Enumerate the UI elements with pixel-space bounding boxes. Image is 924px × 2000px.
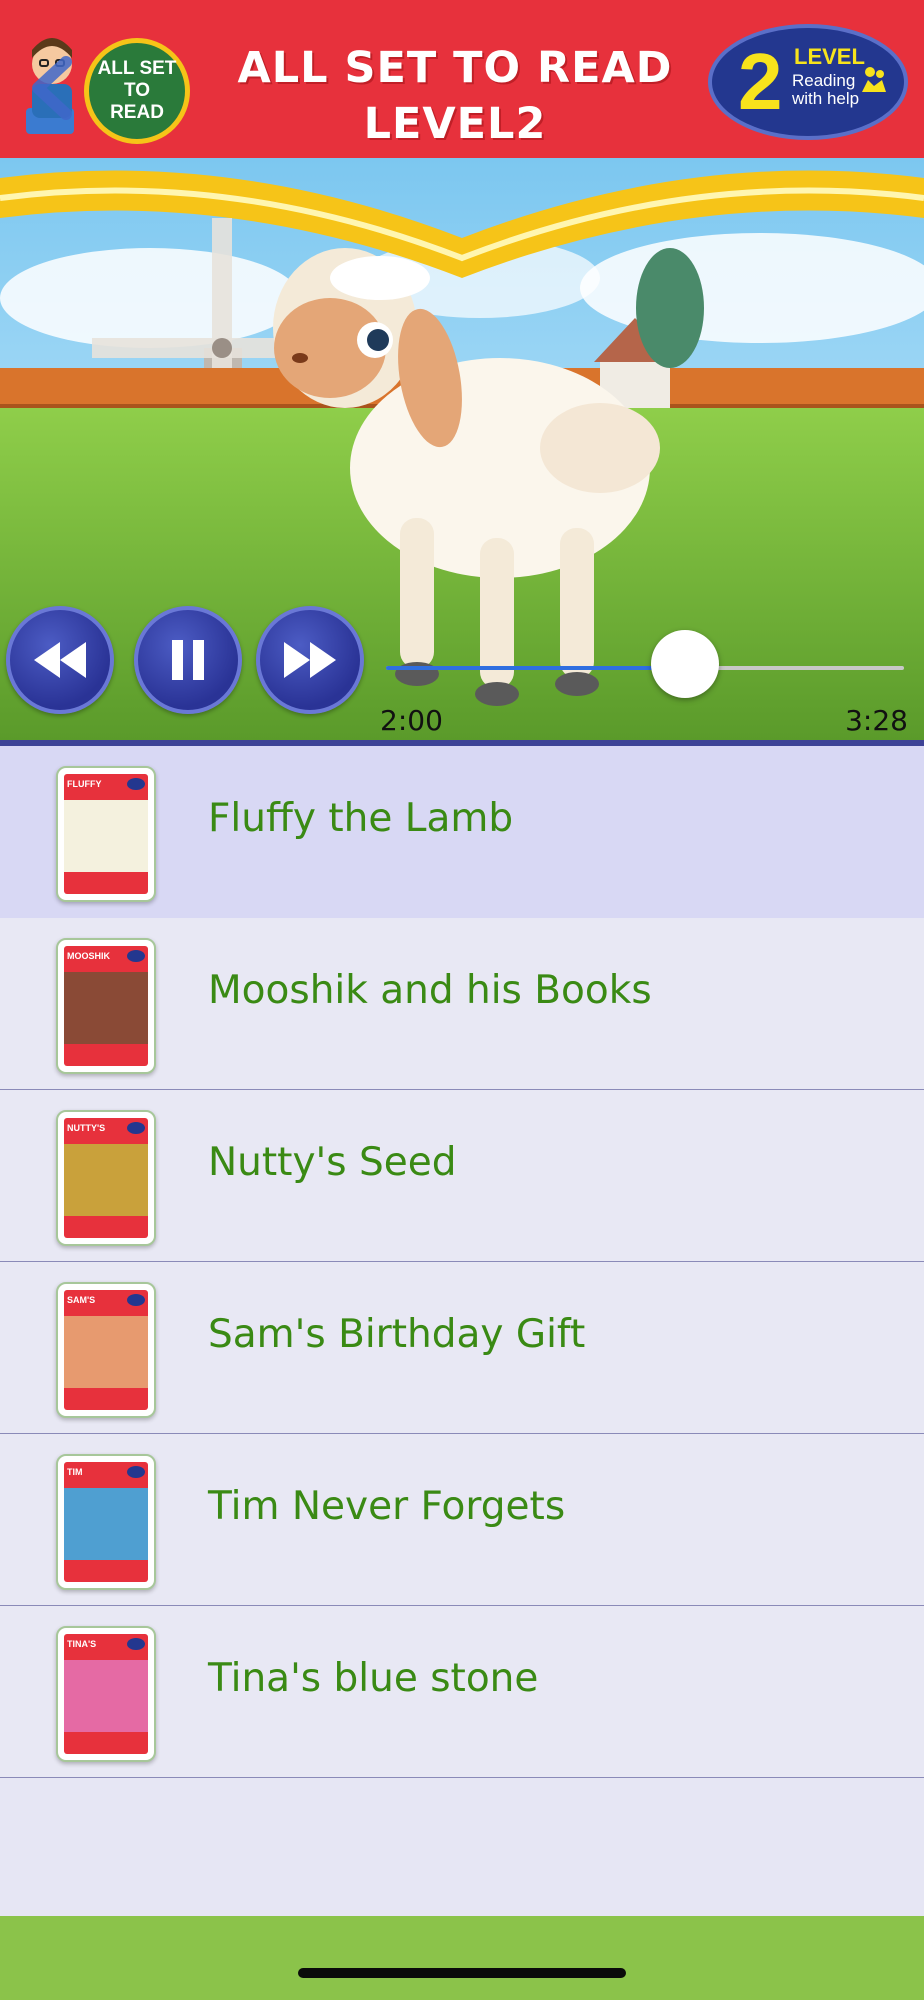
- cover-header: MOOSHIK: [64, 946, 148, 972]
- cover-header: SAM'S: [64, 1290, 148, 1316]
- cover-level-badge: [127, 950, 145, 962]
- cover-title: TINA'S: [67, 1639, 97, 1649]
- list-item[interactable]: SAM'S Sam's Birthday Gift: [0, 1262, 924, 1434]
- footer-bar: [0, 1916, 924, 2000]
- cover-art: [64, 972, 148, 1044]
- cover-footer: [64, 1388, 148, 1410]
- cover-footer: [64, 1216, 148, 1238]
- cover-header: FLUFFY: [64, 774, 148, 800]
- cover-inner: MOOSHIK: [64, 946, 148, 1066]
- cover-header: TINA'S: [64, 1634, 148, 1660]
- cover-art: [64, 1316, 148, 1388]
- cover-inner: TINA'S: [64, 1634, 148, 1754]
- cover-title: TIM: [67, 1467, 83, 1477]
- book-cover-thumbnail: SAM'S: [56, 1282, 156, 1418]
- book-cover-thumbnail: TINA'S: [56, 1626, 156, 1762]
- rewind-button[interactable]: [6, 606, 114, 714]
- cover-inner: TIM: [64, 1462, 148, 1582]
- story-title: Tim Never Forgets: [208, 1484, 566, 1529]
- story-title: Mooshik and his Books: [208, 968, 652, 1013]
- readers-icon: [862, 67, 886, 92]
- cover-level-badge: [127, 1122, 145, 1134]
- list-item[interactable]: MOOSHIK Mooshik and his Books: [0, 918, 924, 1090]
- cover-inner: NUTTY'S: [64, 1118, 148, 1238]
- story-title: Nutty's Seed: [208, 1140, 457, 1185]
- book-cover-thumbnail: FLUFFY: [56, 766, 156, 902]
- progress-slider[interactable]: [386, 666, 904, 670]
- cover-inner: SAM'S: [64, 1290, 148, 1410]
- pause-button[interactable]: [134, 606, 242, 714]
- progress-fill: [386, 666, 685, 670]
- home-indicator[interactable]: [298, 1968, 626, 1978]
- list-item[interactable]: TINA'S Tina's blue stone: [0, 1606, 924, 1778]
- time-total: 3:28: [845, 704, 908, 737]
- header-bar: ALL SET TO READ ALL SET TO READ LEVEL2 2…: [0, 0, 924, 158]
- cover-art: [64, 1144, 148, 1216]
- level-badge: 2 LEVEL Reading with help: [708, 24, 908, 140]
- fast-forward-button[interactable]: [256, 606, 364, 714]
- cover-level-badge: [127, 1466, 145, 1478]
- app-root: ALL SET TO READ ALL SET TO READ LEVEL2 2…: [0, 0, 924, 2000]
- cover-level-badge: [127, 778, 145, 790]
- time-elapsed: 2:00: [380, 704, 443, 737]
- cover-art: [64, 1488, 148, 1560]
- cover-footer: [64, 1560, 148, 1582]
- all-set-badge: ALL SET TO READ: [84, 38, 190, 144]
- cover-level-badge: [127, 1638, 145, 1650]
- cover-footer: [64, 1044, 148, 1066]
- level-word: LEVEL: [794, 44, 865, 69]
- story-title: Sam's Birthday Gift: [208, 1312, 586, 1357]
- story-title: Tina's blue stone: [208, 1656, 539, 1701]
- list-item[interactable]: FLUFFY Fluffy the Lamb: [0, 746, 924, 918]
- back-arrow-icon: [32, 56, 72, 120]
- cover-title: SAM'S: [67, 1295, 96, 1305]
- cover-title: MOOSHIK: [67, 951, 111, 961]
- cover-title: NUTTY'S: [67, 1123, 106, 1133]
- cover-art: [64, 800, 148, 872]
- pause-icon: [172, 640, 204, 680]
- cover-art: [64, 1660, 148, 1732]
- cover-header: NUTTY'S: [64, 1118, 148, 1144]
- page-title: ALL SET TO READ LEVEL2: [237, 43, 673, 149]
- book-cover-thumbnail: TIM: [56, 1454, 156, 1590]
- story-list: FLUFFY Fluffy the Lamb MOOSHIK Mooshik and …: [0, 746, 924, 1778]
- level-number: 2: [738, 37, 783, 126]
- fast-forward-icon: [284, 642, 336, 678]
- book-cover-thumbnail: NUTTY'S: [56, 1110, 156, 1246]
- cover-level-badge: [127, 1294, 145, 1306]
- cover-footer: [64, 872, 148, 894]
- rewind-icon: [34, 642, 86, 678]
- back-button[interactable]: ALL SET TO READ: [14, 20, 190, 144]
- cover-header: TIM: [64, 1462, 148, 1488]
- story-title: Fluffy the Lamb: [208, 796, 514, 841]
- book-cover-thumbnail: MOOSHIK: [56, 938, 156, 1074]
- list-item[interactable]: TIM Tim Never Forgets: [0, 1434, 924, 1606]
- badge-text: ALL SET TO READ: [97, 58, 177, 123]
- cover-inner: FLUFFY: [64, 774, 148, 894]
- cover-title: FLUFFY: [67, 779, 102, 789]
- list-item[interactable]: NUTTY'S Nutty's Seed: [0, 1090, 924, 1262]
- progress-thumb[interactable]: [650, 630, 719, 698]
- cover-footer: [64, 1732, 148, 1754]
- story-player: 2:00 3:28: [0, 158, 924, 742]
